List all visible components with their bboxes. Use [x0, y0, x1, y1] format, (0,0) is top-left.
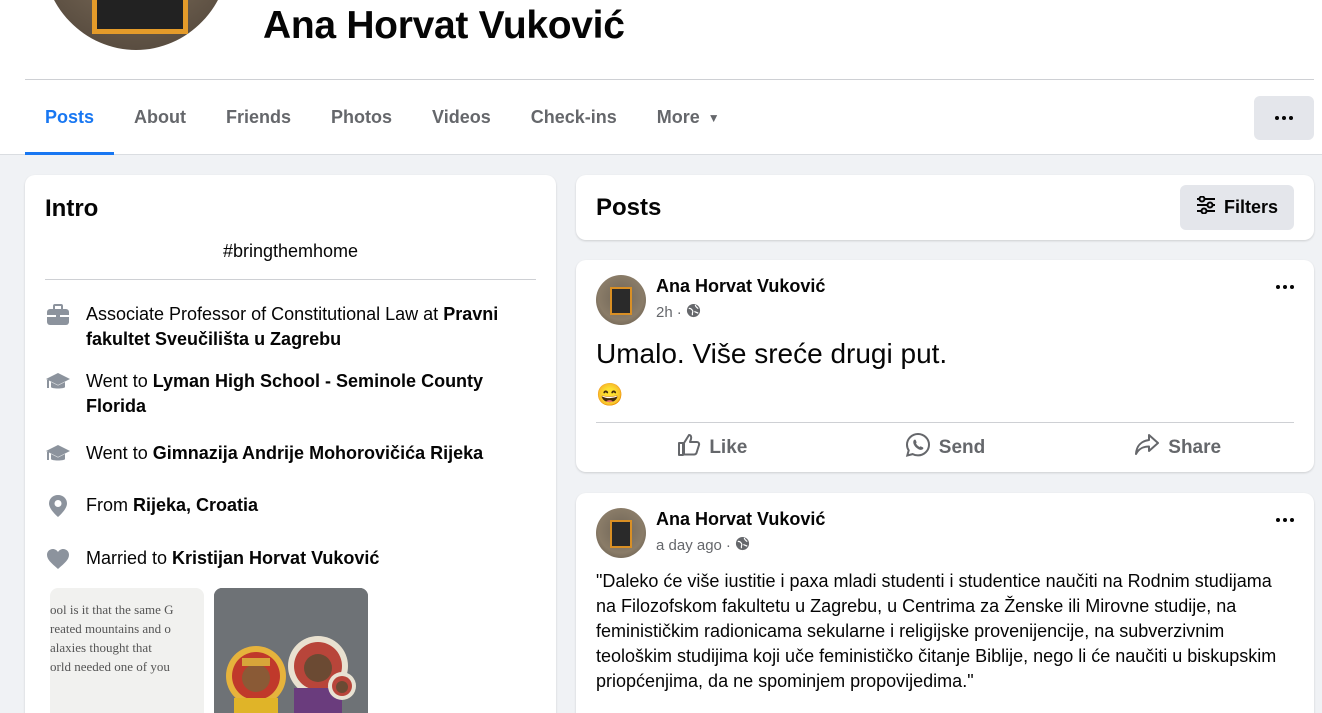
- share-arrow-icon: [1134, 433, 1160, 463]
- featured-photo-icon-painting[interactable]: [214, 588, 368, 713]
- more-dots-icon: [1275, 116, 1293, 120]
- tab-more[interactable]: More ▼: [637, 80, 740, 155]
- filters-sliders-icon: [1196, 195, 1216, 219]
- filters-label: Filters: [1223, 197, 1278, 217]
- caret-down-icon: ▼: [707, 110, 720, 125]
- profile-tabs: Posts About Friends Photos Videos Check-…: [25, 80, 740, 155]
- post-author-name[interactable]: Ana Horvat Vuković: [656, 509, 825, 530]
- profile-header: Ana Horvat Vuković Posts About Friends P…: [0, 0, 1322, 155]
- school-link[interactable]: Gimnazija Andrije Mohorovičića Rijeka: [153, 443, 483, 463]
- tab-more-label: More: [656, 107, 700, 127]
- intro-item-work: Associate Professor of Constitutional La…: [45, 302, 525, 352]
- whatsapp-icon: [905, 432, 931, 464]
- tab-about[interactable]: About: [114, 80, 206, 155]
- intro-title: Intro: [45, 195, 99, 222]
- post-actions: Like Send Share: [596, 428, 1294, 468]
- post-author-avatar[interactable]: [596, 275, 646, 325]
- post-options-button[interactable]: [1276, 285, 1294, 289]
- photo-quote-line: alaxies thought that: [50, 640, 152, 655]
- intro-divider: [45, 279, 536, 280]
- profile-name: Ana Horvat Vuković: [263, 4, 625, 47]
- hometown-link[interactable]: Rijeka, Croatia: [133, 495, 258, 515]
- intro-bio: #bringthemhome: [222, 241, 359, 261]
- like-label: Like: [709, 437, 748, 458]
- post-card: Ana Horvat Vuković a day ago · "Daleko ć…: [576, 493, 1314, 713]
- intro-item-text: From Rijeka, Croatia: [86, 493, 258, 518]
- featured-photo-quote[interactable]: ool is it that the same G reated mountai…: [50, 588, 204, 713]
- post-author-name[interactable]: Ana Horvat Vuković: [656, 276, 825, 297]
- intro-item-prefix: From: [86, 495, 133, 515]
- intro-item-education-2: Went to Gimnazija Andrije Mohorovičića R…: [45, 441, 525, 467]
- share-button[interactable]: Share: [1061, 428, 1294, 468]
- intro-item-text: Married to Kristijan Horvat Vuković: [86, 546, 379, 571]
- spouse-link[interactable]: Kristijan Horvat Vuković: [172, 548, 379, 568]
- intro-item-relationship: Married to Kristijan Horvat Vuković: [45, 546, 525, 572]
- post-timestamp[interactable]: a day ago: [656, 537, 722, 554]
- more-dots-icon: [1276, 285, 1294, 289]
- globe-icon: [686, 303, 701, 322]
- filters-button[interactable]: Filters: [1179, 185, 1294, 230]
- intro-card: Intro #bringthemhome Associate Professor…: [25, 175, 556, 713]
- like-button[interactable]: Like: [596, 428, 829, 468]
- intro-item-education-1: Went to Lyman High School - Seminole Cou…: [45, 369, 525, 419]
- intro-item-prefix: Married to: [86, 548, 173, 568]
- briefcase-icon: [45, 302, 71, 328]
- thumbs-up-icon: [677, 433, 701, 463]
- grinning-emoji-icon: 😄: [596, 382, 624, 407]
- post-meta: a day ago ·: [656, 536, 750, 555]
- meta-separator: ·: [725, 537, 731, 554]
- share-label: Share: [1168, 437, 1222, 458]
- intro-item-prefix: Went to: [86, 443, 153, 463]
- more-dots-icon: [1276, 518, 1294, 522]
- tab-posts[interactable]: Posts: [25, 80, 115, 155]
- intro-item-text: Associate Professor of Constitutional La…: [86, 302, 525, 352]
- send-label: Send: [938, 437, 986, 458]
- photo-quote-line: ool is it that the same G: [50, 602, 174, 617]
- intro-item-prefix: Associate Professor of Constitutional La…: [86, 304, 444, 324]
- meta-separator: ·: [676, 304, 682, 321]
- post-meta: 2h ·: [656, 303, 701, 322]
- intro-item-prefix: Went to: [86, 371, 153, 391]
- post-card: Ana Horvat Vuković 2h · Umalo. Više sreć…: [576, 260, 1314, 472]
- graduation-cap-icon: [45, 369, 71, 395]
- heart-icon: [45, 546, 71, 572]
- profile-more-button[interactable]: [1254, 96, 1314, 140]
- intro-item-hometown: From Rijeka, Croatia: [45, 493, 525, 519]
- tab-photos[interactable]: Photos: [311, 80, 412, 155]
- tab-friends[interactable]: Friends: [206, 80, 311, 155]
- intro-item-text: Went to Lyman High School - Seminole Cou…: [86, 369, 525, 419]
- tab-check-ins[interactable]: Check-ins: [511, 80, 637, 155]
- graduation-cap-icon: [45, 441, 71, 467]
- location-pin-icon: [45, 493, 71, 519]
- intro-item-text: Went to Gimnazija Andrije Mohorovičića R…: [86, 441, 483, 466]
- post-author-avatar[interactable]: [596, 508, 646, 558]
- posts-header-card: Posts Filters: [576, 175, 1314, 240]
- post-text: "Daleko će više iustitie i paxa mladi st…: [596, 571, 1277, 691]
- post-text: Umalo. Više sreće drugi put.: [596, 338, 948, 369]
- globe-icon: [735, 536, 750, 555]
- posts-title: Posts: [596, 194, 662, 221]
- profile-avatar[interactable]: [38, 0, 234, 54]
- send-button[interactable]: Send: [829, 428, 1062, 468]
- post-divider: [596, 422, 1294, 423]
- post-timestamp[interactable]: 2h: [656, 304, 673, 321]
- tab-videos[interactable]: Videos: [412, 80, 511, 155]
- photo-quote-line: reated mountains and o: [50, 621, 171, 636]
- post-options-button[interactable]: [1276, 518, 1294, 522]
- photo-quote-line: orld needed one of you: [50, 659, 170, 674]
